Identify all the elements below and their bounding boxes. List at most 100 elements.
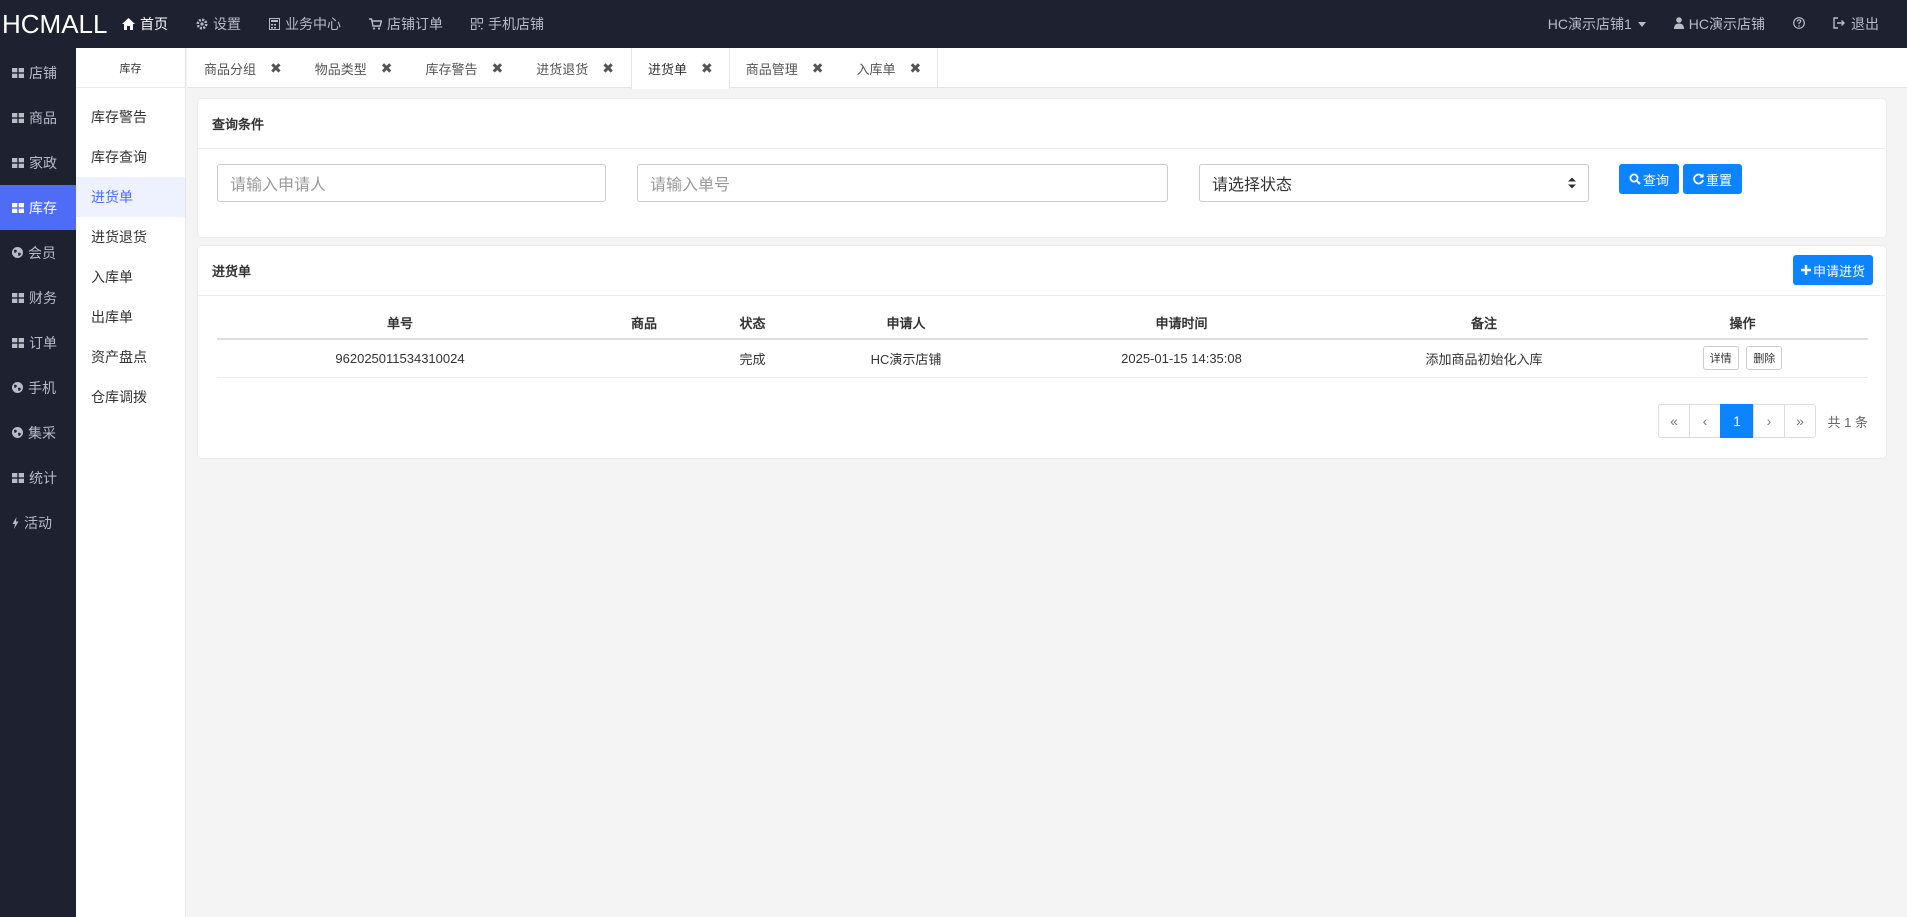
nav-mobile-store[interactable]: 手机店铺	[457, 0, 558, 48]
sidebar-item-procurement[interactable]: 集采	[0, 410, 76, 455]
sidebar-item-finance[interactable]: 财务	[0, 275, 76, 320]
page-first[interactable]: «	[1658, 404, 1690, 438]
page-tabs: 商品分组 ✖ 物品类型 ✖ 库存警告 ✖ 进货退货 ✖ 进货单 ✖ 商品管理 ✖…	[187, 48, 1907, 89]
tab-stock-warning[interactable]: 库存警告 ✖	[410, 48, 521, 88]
sidebar-item-housekeeping[interactable]: 家政	[0, 140, 76, 185]
logout-label: 退出	[1851, 16, 1879, 32]
sub-item-transfer[interactable]: 仓库调拨	[76, 377, 185, 417]
table-header-row: 单号 商品 状态 申请人 申请时间 备注 操作	[217, 306, 1868, 340]
nav-label: 业务中心	[285, 16, 341, 32]
sidebar-label: 集采	[28, 424, 56, 441]
nav-settings[interactable]: 设置	[182, 0, 255, 48]
nav-label: 店铺订单	[387, 16, 443, 32]
sidebar-item-orders[interactable]: 订单	[0, 320, 76, 365]
sidebar-item-activity[interactable]: 活动	[0, 500, 76, 545]
nav-business-center[interactable]: 业务中心	[255, 0, 355, 48]
tab-purchase-order[interactable]: 进货单 ✖	[631, 48, 730, 89]
sub-item-inbound[interactable]: 入库单	[76, 257, 185, 297]
status-select-value: 请选择状态	[1212, 177, 1293, 194]
close-icon[interactable]: ✖	[270, 60, 282, 77]
sidebar-item-store[interactable]: 店铺	[0, 50, 76, 95]
list-panel-title: 进货单	[198, 246, 1886, 296]
tab-product-group[interactable]: 商品分组 ✖	[187, 48, 299, 88]
cell-remark: 添加商品初始化入库	[1351, 339, 1617, 378]
applicant-input[interactable]: 请输入申请人	[217, 164, 606, 202]
sub-sidebar-title: 库存	[76, 48, 185, 88]
close-icon[interactable]: ✖	[910, 60, 922, 77]
delete-button[interactable]: 删除	[1746, 346, 1783, 371]
globe-icon	[12, 427, 23, 438]
column-header: 操作	[1617, 306, 1868, 340]
refresh-icon	[1693, 173, 1704, 185]
sidebar-item-inventory[interactable]: 库存	[0, 185, 76, 230]
apply-purchase-button[interactable]: 申请进货	[1793, 255, 1873, 285]
nav-label: 手机店铺	[488, 16, 544, 32]
user-menu[interactable]: HC演示店铺	[1660, 14, 1779, 34]
column-header: 状态	[705, 306, 800, 340]
sidebar-item-product[interactable]: 商品	[0, 95, 76, 140]
detail-button[interactable]: 详情	[1702, 346, 1739, 371]
total-count: 共 1 条	[1827, 415, 1868, 430]
help-button[interactable]	[1779, 16, 1819, 32]
grid-icon	[12, 112, 24, 123]
table-row: 962025011534310024 完成 HC演示店铺 2025-01-15 …	[217, 339, 1868, 378]
logout-button[interactable]: 退出	[1819, 14, 1893, 34]
question-circle-icon	[1793, 16, 1805, 32]
select-arrows-icon	[1568, 175, 1576, 191]
purchase-order-panel: 进货单 申请进货 单号 商品 状态 申请人 申请时间 备注 操作 9620250…	[197, 245, 1887, 459]
plus-icon	[1800, 265, 1811, 275]
sub-item-purchase-order[interactable]: 进货单	[76, 177, 185, 217]
store-switcher[interactable]: HC演示店铺1	[1534, 14, 1660, 34]
sub-item-outbound[interactable]: 出库单	[76, 297, 185, 337]
order-no-input[interactable]: 请输入单号	[637, 164, 1168, 202]
status-select[interactable]: 请选择状态	[1199, 164, 1589, 202]
cell-status: 完成	[705, 339, 800, 378]
sidebar-item-statistics[interactable]: 统计	[0, 455, 76, 500]
gear-icon	[196, 18, 208, 30]
sidebar-item-mobile[interactable]: 手机	[0, 365, 76, 410]
page-next[interactable]: ›	[1753, 404, 1785, 438]
close-icon[interactable]: ✖	[812, 60, 824, 77]
reset-button-label: 重置	[1705, 172, 1732, 188]
sidebar-label: 活动	[24, 514, 52, 531]
page-last[interactable]: »	[1784, 404, 1816, 438]
tab-item-type[interactable]: 物品类型 ✖	[299, 48, 410, 88]
close-icon[interactable]: ✖	[701, 60, 713, 77]
query-panel-title: 查询条件	[198, 99, 1886, 149]
grid-icon	[12, 472, 24, 483]
tab-product-management[interactable]: 商品管理 ✖	[730, 48, 841, 88]
tab-purchase-return[interactable]: 进货退货 ✖	[520, 48, 631, 88]
cell-order-no: 962025011534310024	[217, 339, 583, 378]
column-header: 备注	[1351, 306, 1617, 340]
sub-item-stock-query[interactable]: 库存查询	[76, 137, 185, 177]
brand-logo[interactable]: HCMALL	[0, 9, 108, 40]
tab-label: 物品类型	[314, 61, 367, 77]
column-header: 单号	[217, 306, 583, 340]
close-icon[interactable]: ✖	[602, 60, 614, 77]
cell-apply-time: 2025-01-15 14:35:08	[1012, 339, 1351, 378]
qrcode-icon	[471, 18, 483, 30]
logout-icon	[1833, 16, 1846, 32]
nav-home[interactable]: 首页	[108, 0, 182, 48]
sub-item-stock-warning[interactable]: 库存警告	[76, 97, 185, 137]
sidebar-label: 财务	[29, 289, 57, 306]
tab-label: 商品管理	[745, 61, 798, 77]
sub-item-purchase-return[interactable]: 进货退货	[76, 217, 185, 257]
page-current[interactable]: 1	[1720, 404, 1754, 438]
nav-store-orders[interactable]: 店铺订单	[355, 0, 457, 48]
close-icon[interactable]: ✖	[381, 60, 393, 77]
page-prev[interactable]: ‹	[1689, 404, 1721, 438]
sidebar-item-member[interactable]: 会员	[0, 230, 76, 275]
search-button[interactable]: 查询	[1619, 164, 1679, 194]
close-icon[interactable]: ✖	[492, 60, 504, 77]
tab-label: 入库单	[856, 61, 896, 77]
sidebar-label: 手机	[28, 379, 56, 396]
grid-icon	[12, 292, 24, 303]
reset-button[interactable]: 重置	[1683, 164, 1742, 194]
tab-label: 进货退货	[536, 61, 589, 77]
top-bar: HCMALL 首页 设置 业务中心 店铺订单 手机店铺 HC演示店铺1 HC演示…	[0, 0, 1907, 48]
main-sidebar: 店铺 商品 家政 库存 会员 财务 订单 手机 集采 统计 活动	[0, 48, 76, 917]
tab-label: 商品分组	[204, 61, 257, 77]
sub-item-asset-count[interactable]: 资产盘点	[76, 337, 185, 377]
tab-inbound[interactable]: 入库单 ✖	[841, 48, 939, 88]
